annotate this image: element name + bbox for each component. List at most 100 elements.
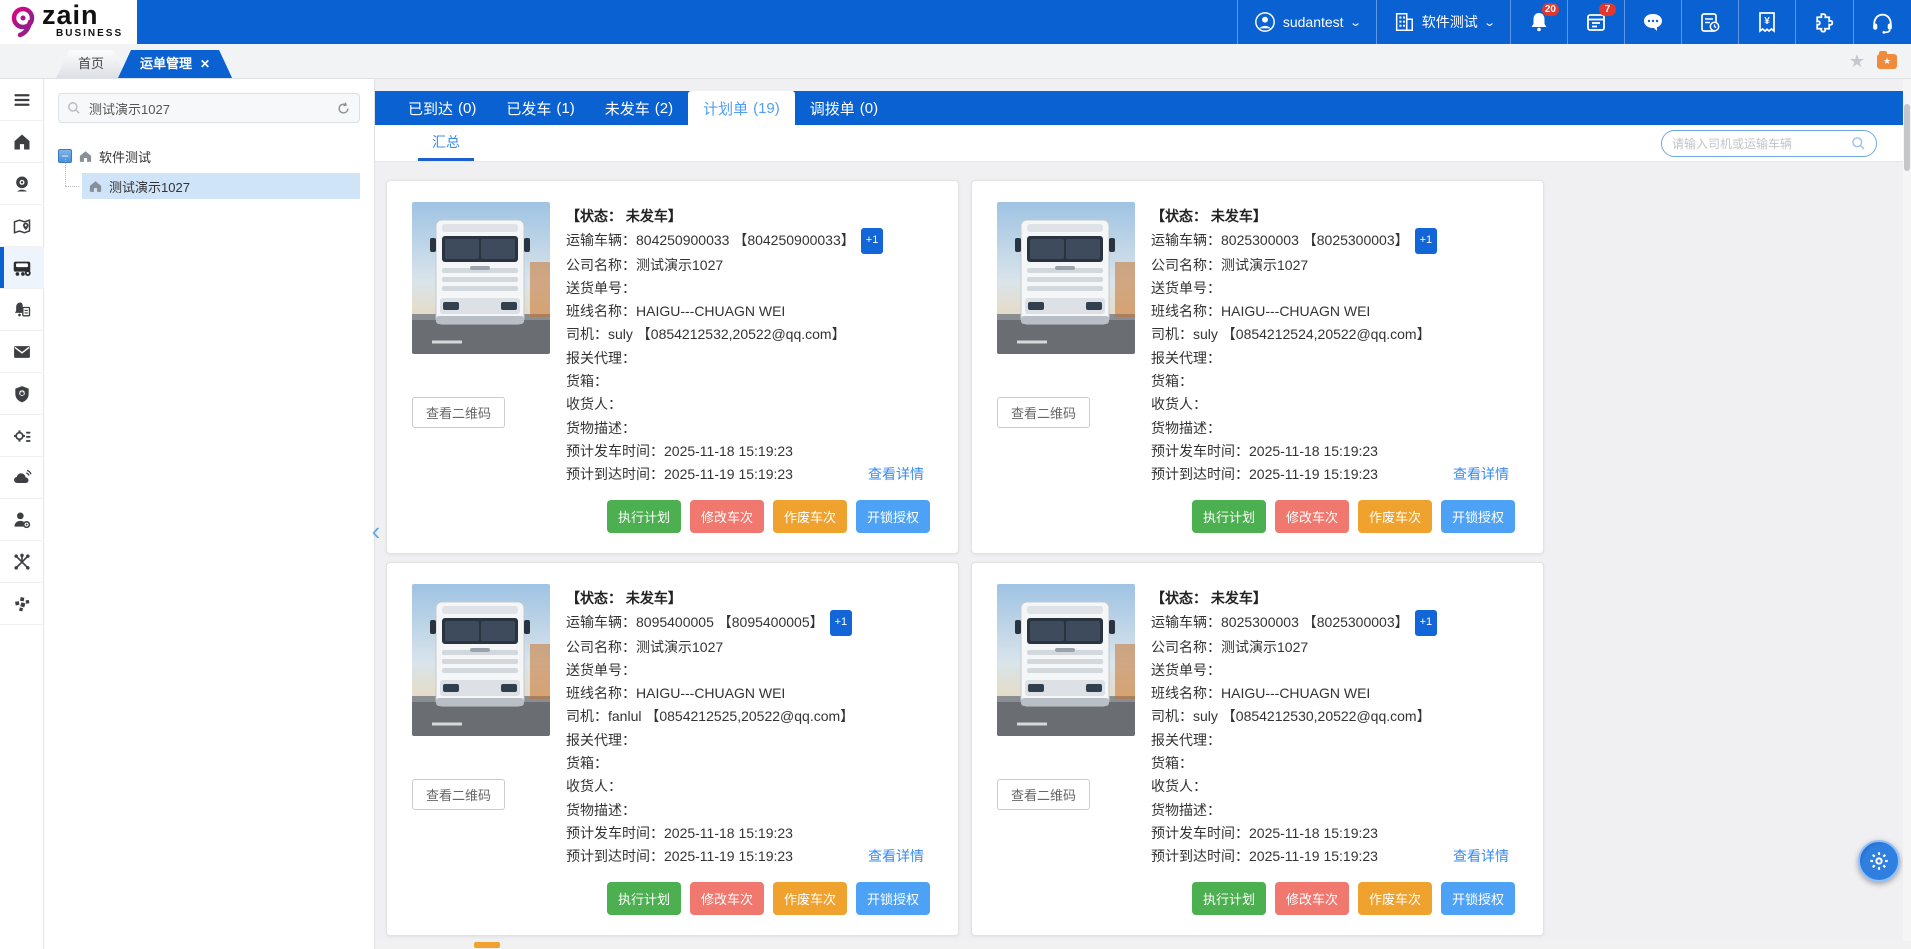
void-trip-button[interactable]: 作废车次: [1358, 500, 1432, 533]
chevron-down-icon: ⌄: [1349, 16, 1362, 29]
plus-one-badge[interactable]: +1: [1415, 228, 1438, 253]
user-gear-icon[interactable]: [0, 499, 44, 541]
map-pin-icon[interactable]: [0, 205, 44, 247]
horizontal-scrollbar-thumb[interactable]: [474, 942, 500, 948]
refresh-icon[interactable]: [336, 101, 351, 116]
view-qr-button[interactable]: 查看二维码: [997, 397, 1090, 428]
tab-home[interactable]: 首页: [56, 50, 126, 78]
tab-transfer-orders[interactable]: 调拨单(0): [795, 91, 893, 125]
container-line: 货箱：: [566, 752, 938, 775]
truck-photo: [412, 202, 550, 354]
schedule-button[interactable]: [1681, 0, 1738, 44]
truck-photo: [997, 584, 1135, 736]
receipt-yuan-icon: ¥: [1755, 10, 1779, 34]
truck-icon[interactable]: [0, 247, 44, 289]
execute-plan-button[interactable]: 执行计划: [1192, 500, 1266, 533]
vehicle-line: 运输车辆：804250900033 【804250900033】 +1: [566, 228, 938, 253]
shipment-cards-grid: 查看二维码 【状态： 未发车】 运输车辆：804250900033 【80425…: [386, 180, 1544, 936]
status-line: 【状态： 未发车】: [1151, 587, 1523, 610]
driver-search-box: [1661, 130, 1877, 157]
tab-summary[interactable]: 汇总: [418, 125, 474, 161]
tab-not-departed[interactable]: 未发车(2): [590, 91, 688, 125]
tab-arrived[interactable]: 已到达(0): [393, 91, 491, 125]
unlock-auth-button[interactable]: 开锁授权: [1441, 882, 1515, 915]
execute-plan-button[interactable]: 执行计划: [607, 882, 681, 915]
view-qr-button[interactable]: 查看二维码: [997, 779, 1090, 810]
modify-trip-button[interactable]: 修改车次: [1275, 882, 1349, 915]
depart-time-line: 预计发车时间：2025-11-18 15:19:23: [566, 822, 938, 845]
unlock-auth-button[interactable]: 开锁授权: [856, 882, 930, 915]
search-icon[interactable]: [1851, 136, 1866, 151]
cluster-icon[interactable]: [0, 583, 44, 625]
vehicle-line: 运输车辆：8025300003 【8025300003】 +1: [1151, 610, 1523, 635]
tree-root-item[interactable]: − 软件测试: [58, 143, 360, 169]
cargo-line: 货物描述：: [1151, 799, 1523, 822]
icon-rail: [0, 79, 44, 949]
zain-logo: zain BUSINESS: [0, 0, 137, 44]
menu-icon[interactable]: [0, 79, 44, 121]
status-line: 【状态： 未发车】: [566, 205, 938, 228]
puzzle-icon: [1812, 10, 1837, 35]
todo-button[interactable]: 7: [1567, 0, 1624, 44]
customs-line: 报关代理：: [1151, 729, 1523, 752]
close-icon[interactable]: ✕: [200, 50, 210, 78]
view-qr-button[interactable]: 查看二维码: [412, 397, 505, 428]
plus-one-badge[interactable]: +1: [830, 610, 853, 635]
void-trip-button[interactable]: 作废车次: [1358, 882, 1432, 915]
messages-button[interactable]: [1624, 0, 1681, 44]
headset-icon: [1870, 10, 1895, 35]
gear-list-icon[interactable]: [0, 415, 44, 457]
view-details-link[interactable]: 查看详情: [868, 463, 924, 486]
main-area: ‹ 已到达(0) 已发车(1) 未发车(2) 计划单(19) 调拨单(0) 汇总: [375, 79, 1911, 949]
network-icon[interactable]: [0, 541, 44, 583]
modify-trip-button[interactable]: 修改车次: [690, 500, 764, 533]
panel-collapse-handle[interactable]: ‹: [369, 516, 383, 546]
notifications-button[interactable]: 20: [1510, 0, 1567, 44]
brand-sub-text: BUSINESS: [56, 29, 123, 39]
favorites-folder-icon[interactable]: ★: [1877, 54, 1897, 69]
user-name: sudantest: [1283, 14, 1344, 30]
home-icon[interactable]: [0, 121, 44, 163]
void-trip-button[interactable]: 作废车次: [773, 500, 847, 533]
shield-icon[interactable]: [0, 373, 44, 415]
chat-icon: [1641, 10, 1665, 34]
user-menu[interactable]: sudantest ⌄: [1237, 0, 1376, 44]
mail-icon[interactable]: [0, 331, 44, 373]
view-qr-button[interactable]: 查看二维码: [412, 779, 505, 810]
unlock-auth-button[interactable]: 开锁授权: [856, 500, 930, 533]
arrive-time-line: 预计到达时间：2025-11-19 15:19:23 查看详情: [1151, 463, 1523, 486]
cargo-line: 货物描述：: [566, 417, 938, 440]
modify-trip-button[interactable]: 修改车次: [690, 882, 764, 915]
plus-one-badge[interactable]: +1: [861, 228, 884, 253]
vertical-scrollbar-thumb[interactable]: [1904, 104, 1910, 171]
floating-settings-button[interactable]: [1858, 840, 1900, 882]
tree-child-item-selected[interactable]: 测试演示1027: [82, 173, 360, 199]
org-menu[interactable]: 软件测试 ⌄: [1376, 0, 1510, 44]
favorite-star-icon[interactable]: ★: [1849, 51, 1865, 72]
tree-search-input[interactable]: [89, 101, 328, 116]
plugins-button[interactable]: [1795, 0, 1853, 44]
tree-child-label: 测试演示1027: [109, 177, 190, 196]
support-button[interactable]: [1853, 0, 1911, 44]
driver-line: 司机：fanlul 【0854212525,20522@qq.com】: [566, 705, 938, 728]
delivery-line: 送货单号：: [566, 659, 938, 682]
cargo-line: 货物描述：: [1151, 417, 1523, 440]
view-details-link[interactable]: 查看详情: [868, 845, 924, 868]
execute-plan-button[interactable]: 执行计划: [607, 500, 681, 533]
modify-trip-button[interactable]: 修改车次: [1275, 500, 1349, 533]
plus-one-badge[interactable]: +1: [1415, 610, 1438, 635]
billing-button[interactable]: ¥: [1738, 0, 1795, 44]
bell-doc-icon[interactable]: [0, 289, 44, 331]
view-details-link[interactable]: 查看详情: [1453, 845, 1509, 868]
tab-departed[interactable]: 已发车(1): [491, 91, 589, 125]
cloud-signal-icon[interactable]: [0, 457, 44, 499]
webcam-icon[interactable]: [0, 163, 44, 205]
tab-waybill-management[interactable]: 运单管理 ✕: [118, 50, 232, 78]
unlock-auth-button[interactable]: 开锁授权: [1441, 500, 1515, 533]
driver-search-input[interactable]: [1672, 137, 1851, 151]
execute-plan-button[interactable]: 执行计划: [1192, 882, 1266, 915]
void-trip-button[interactable]: 作废车次: [773, 882, 847, 915]
tab-plan-orders[interactable]: 计划单(19): [688, 91, 795, 125]
notification-badge: 20: [1542, 3, 1559, 16]
view-details-link[interactable]: 查看详情: [1453, 463, 1509, 486]
